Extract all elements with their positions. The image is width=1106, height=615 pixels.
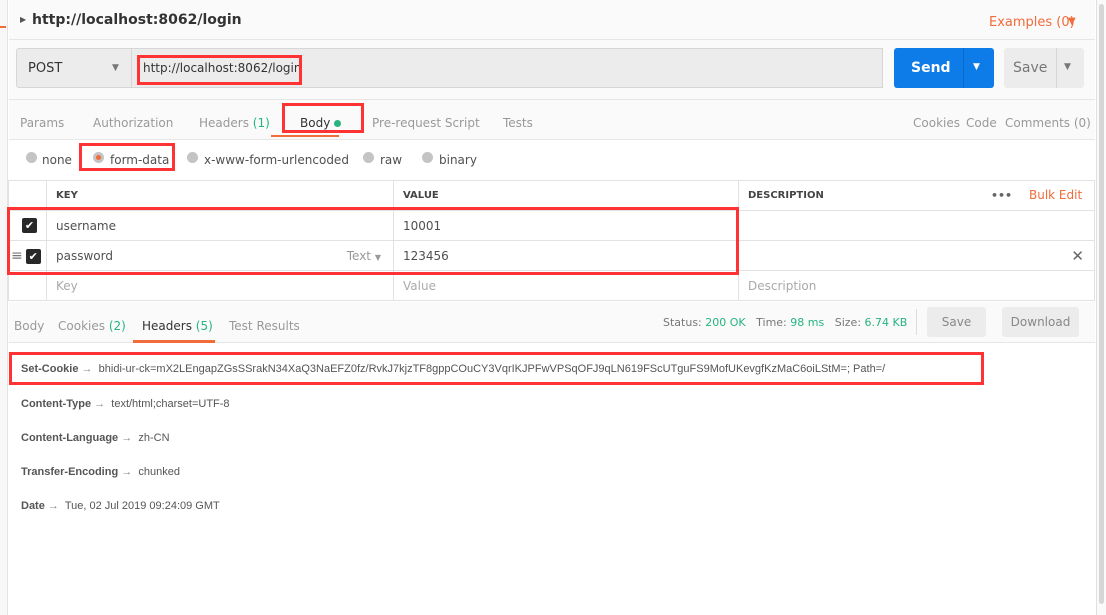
description-cell[interactable] [738, 210, 1095, 241]
tab-prerequest-script[interactable]: Pre-request Script [372, 116, 480, 130]
save-label: Save [1013, 60, 1048, 76]
comments-link[interactable]: Comments (0) [1005, 116, 1091, 130]
header-value: text/html;charset=UTF-8 [111, 398, 230, 410]
active-tab-underline [133, 340, 215, 343]
highlight-box [7, 207, 739, 275]
cookies-count: (2) [108, 319, 126, 333]
left-sidebar-edge [0, 0, 8, 615]
download-button[interactable]: Download [1002, 307, 1079, 337]
tab-response-headers[interactable]: Headers (5) [142, 319, 213, 333]
code-link[interactable]: Code [966, 116, 997, 130]
more-icon[interactable]: ••• [991, 189, 1012, 202]
header-date: Date → Tue, 02 Jul 2019 09:24:09 GMT [21, 500, 220, 512]
method-select[interactable]: POST ▼ [16, 48, 132, 88]
tab-headers-label: Headers [199, 116, 249, 130]
headers-label: Headers [142, 319, 192, 333]
highlight-box [282, 103, 364, 133]
examples-link[interactable]: Examples (0) [989, 15, 1075, 30]
response-meta: Status: 200 OK Time: 98 ms Size: 6.74 KB [663, 316, 907, 329]
status-label: Status: [663, 316, 702, 329]
description-cell[interactable]: ✕ [738, 240, 1095, 271]
tab-params[interactable]: Params [20, 116, 64, 130]
header-name: Content-Type [21, 398, 92, 410]
header-transfer-encoding: Transfer-Encoding → chunked [21, 466, 180, 478]
size-value: 6.74 KB [864, 316, 908, 329]
status-value: 200 OK [705, 316, 746, 329]
save-button[interactable]: Save ▼ [1004, 48, 1084, 88]
table-row-empty: Key Value Description [8, 270, 1095, 301]
tab-response-body[interactable]: Body [14, 319, 44, 333]
size-label: Size: [834, 316, 862, 329]
col-value: VALUE [393, 180, 739, 211]
radio-binary[interactable] [422, 152, 433, 163]
time-label: Time: [756, 316, 787, 329]
tab-test-results[interactable]: Test Results [229, 319, 300, 333]
radio-urlencoded-label: x-www-form-urlencoded [204, 153, 349, 167]
cookies-label: Cookies [58, 319, 105, 333]
header-name: Transfer-Encoding [21, 466, 119, 478]
caret-right-icon[interactable]: ▶ [20, 15, 26, 24]
col-description: DESCRIPTION ••• Bulk Edit [738, 180, 1095, 211]
request-title: http://localhost:8062/login [32, 12, 242, 28]
radio-none-label: none [42, 153, 72, 167]
table-header-row: KEY VALUE DESCRIPTION ••• Bulk Edit [8, 180, 1095, 211]
header-value: zh-CN [138, 432, 170, 444]
radio-binary-label: binary [439, 153, 477, 167]
highlight-box [9, 352, 984, 385]
tab-tests[interactable]: Tests [503, 116, 533, 130]
caret-down-icon[interactable]: ▼ [1068, 16, 1076, 27]
highlight-box [79, 143, 175, 171]
radio-none[interactable] [26, 152, 37, 163]
send-button[interactable]: Send ▼ [894, 48, 994, 88]
radio-urlencoded[interactable] [187, 152, 198, 163]
close-icon[interactable]: ✕ [1071, 247, 1084, 265]
radio-raw[interactable] [363, 152, 374, 163]
header-name: Date [21, 500, 45, 512]
send-label: Send [911, 60, 951, 76]
headers-count: (5) [195, 319, 213, 333]
cookies-link[interactable]: Cookies [913, 116, 960, 130]
header-content-language: Content-Language → zh-CN [21, 432, 170, 444]
tab-authorization[interactable]: Authorization [93, 116, 173, 130]
value-input[interactable]: Value [393, 270, 739, 301]
highlight-box [137, 55, 302, 85]
save-dropdown-icon[interactable]: ▼ [1064, 62, 1071, 72]
description-input[interactable]: Description [738, 270, 1095, 301]
headers-count: (1) [252, 116, 270, 130]
header-value: chunked [138, 466, 180, 478]
header-content-type: Content-Type → text/html;charset=UTF-8 [21, 398, 230, 410]
radio-raw-label: raw [380, 153, 403, 167]
col-description-label: DESCRIPTION [748, 190, 824, 201]
header-value: Tue, 02 Jul 2019 09:24:09 GMT [64, 500, 220, 512]
response-save-button[interactable]: Save [927, 307, 986, 337]
header-name: Content-Language [21, 432, 119, 444]
bulk-edit-link[interactable]: Bulk Edit [1029, 188, 1082, 202]
time-value: 98 ms [790, 316, 825, 329]
tab-response-cookies[interactable]: Cookies (2) [58, 319, 126, 333]
key-input[interactable]: Key [46, 270, 394, 301]
tab-headers[interactable]: Headers (1) [199, 116, 270, 130]
active-tab-underline [271, 135, 339, 137]
chevron-down-icon: ▼ [112, 63, 119, 73]
method-label: POST [28, 61, 63, 76]
send-dropdown-icon[interactable]: ▼ [973, 62, 980, 72]
scrollbar[interactable] [1096, 0, 1106, 615]
col-key: KEY [46, 180, 394, 211]
